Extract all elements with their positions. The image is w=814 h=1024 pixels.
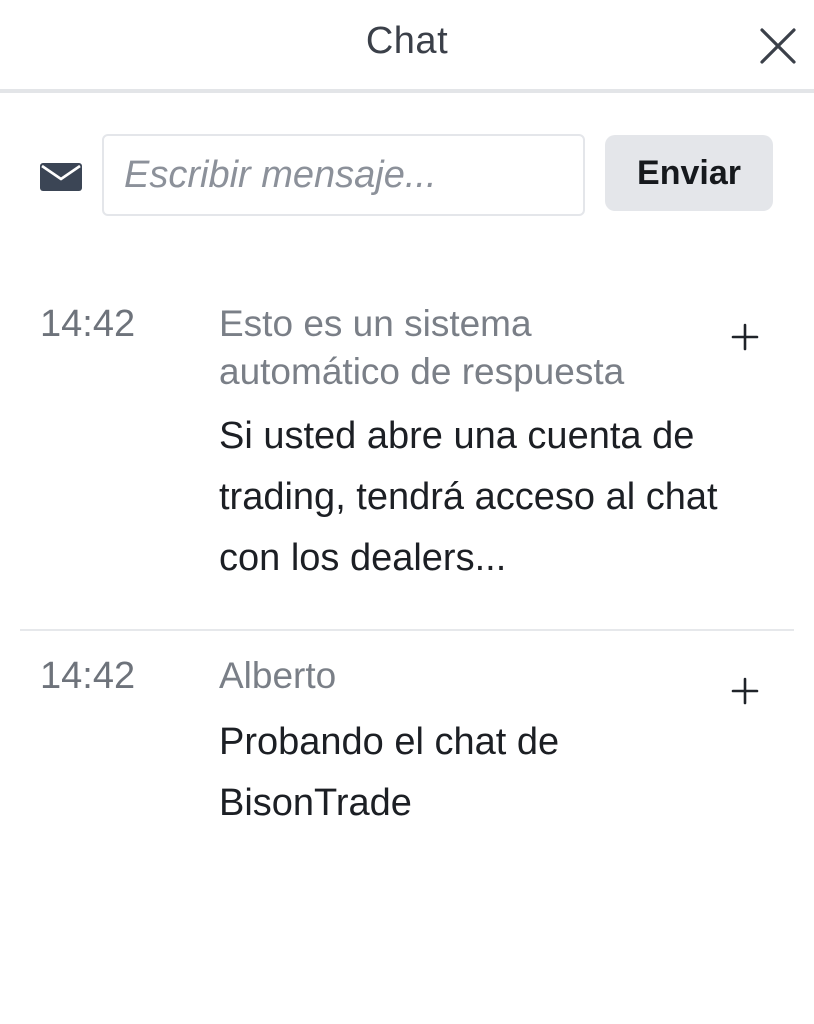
message-divider [20,629,794,631]
message-composer: Enviar [0,134,814,218]
send-button[interactable]: Enviar [605,135,773,211]
message-input[interactable] [102,134,585,216]
message-author: Alberto [219,655,337,696]
page-title: Chat [365,20,449,62]
message-time: 14:42 [40,655,136,697]
chat-header: Chat [0,0,814,93]
expand-message-button[interactable] [728,320,762,354]
close-icon [760,28,796,64]
message-text: Si usted abre una cuenta de trading, ten… [219,415,718,579]
plus-icon [731,677,759,705]
mail-icon [40,163,82,191]
message-time: 14:42 [40,303,136,345]
close-button[interactable] [756,24,800,68]
expand-message-button[interactable] [728,674,762,708]
message-author: Esto es un sistema automático de respues… [219,303,625,392]
plus-icon [731,323,759,351]
message-text: Probando el chat de BisonTrade [219,721,560,824]
